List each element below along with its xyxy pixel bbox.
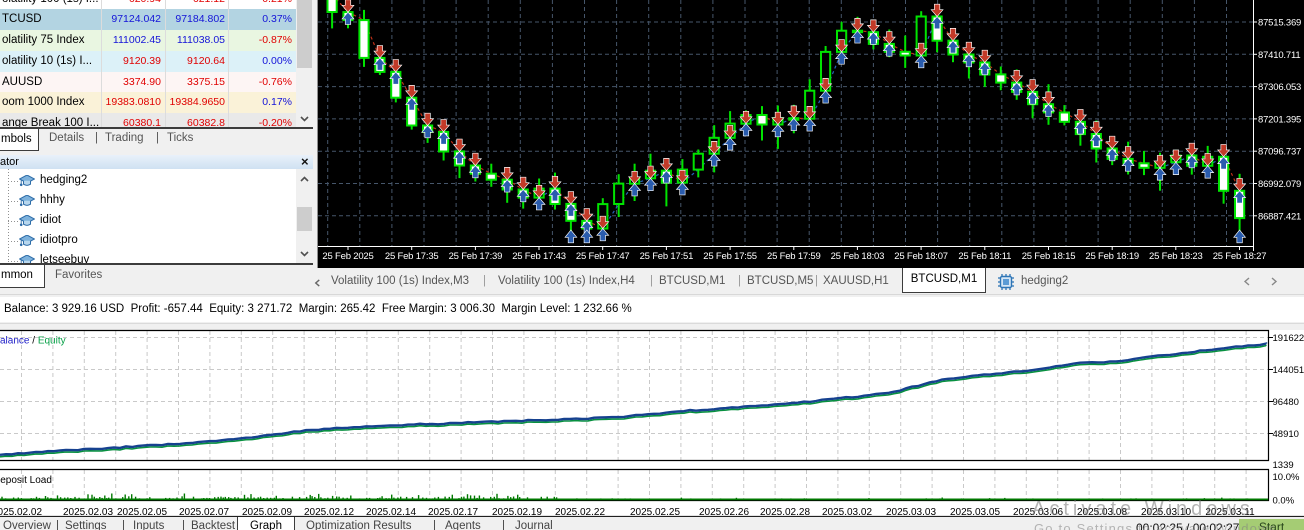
svg-text:25 Feb 18:27: 25 Feb 18:27 [1213,251,1267,262]
svg-text:25 Feb 17:59: 25 Feb 17:59 [767,251,821,262]
svg-text:25 Feb 18:15: 25 Feb 18:15 [1022,251,1076,262]
svg-text:25 Feb 18:03: 25 Feb 18:03 [831,251,885,262]
svg-text:87515.369: 87515.369 [1258,18,1301,29]
svg-text:144051: 144051 [1273,365,1304,376]
svg-text:25 Feb 18:23: 25 Feb 18:23 [1149,251,1203,262]
svg-text:1339: 1339 [1273,460,1294,471]
svg-text:86887.421: 86887.421 [1258,211,1301,222]
svg-text:Deposit Load: Deposit Load [0,475,52,486]
svg-text:0.0%: 0.0% [1273,496,1295,507]
svg-text:87201.395: 87201.395 [1258,114,1301,125]
svg-text:48910: 48910 [1273,429,1299,440]
svg-text:25 Feb 17:43: 25 Feb 17:43 [512,251,566,262]
svg-text:87410.711: 87410.711 [1258,50,1300,61]
svg-text:alance / Equity: alance / Equity [0,336,66,347]
svg-text:25 Feb 18:19: 25 Feb 18:19 [1085,251,1139,262]
svg-text:25 Feb 18:07: 25 Feb 18:07 [894,251,948,262]
svg-text:25 Feb 17:55: 25 Feb 17:55 [703,251,757,262]
svg-text:25 Feb 18:11: 25 Feb 18:11 [958,251,1011,262]
svg-text:87096.737: 87096.737 [1258,147,1301,158]
svg-text:10.0%: 10.0% [1273,472,1300,483]
svg-text:25 Feb 2025: 25 Feb 2025 [322,251,373,262]
svg-text:25 Feb 17:35: 25 Feb 17:35 [385,251,439,262]
svg-text:87306.053: 87306.053 [1258,82,1301,93]
svg-text:96480: 96480 [1273,397,1299,408]
svg-text:25 Feb 17:39: 25 Feb 17:39 [449,251,503,262]
svg-text:25 Feb 17:47: 25 Feb 17:47 [576,251,630,262]
svg-text:25 Feb 17:51: 25 Feb 17:51 [640,251,694,262]
svg-text:191622: 191622 [1273,333,1304,344]
svg-text:86992.079: 86992.079 [1258,179,1301,190]
